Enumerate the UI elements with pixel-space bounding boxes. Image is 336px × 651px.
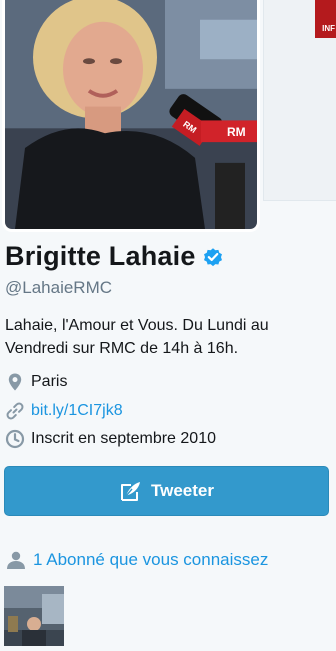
- person-icon: [7, 551, 25, 569]
- profile-handle[interactable]: @LahaieRMC: [5, 278, 112, 298]
- tweet-button-label: Tweeter: [151, 481, 214, 500]
- follower-avatar[interactable]: [4, 586, 64, 646]
- verified-badge-icon: [203, 247, 222, 266]
- location-text: Paris: [31, 373, 68, 390]
- tweet-to-button[interactable]: Tweeter: [4, 466, 329, 516]
- rmc-banner-text: RM: [227, 125, 246, 139]
- profile-location: Paris: [5, 372, 67, 392]
- profile-url: bit.ly/1CI7jk8: [5, 401, 123, 421]
- profile-bio: Lahaie, l'Amour et Vous. Du Lundi au Ven…: [5, 317, 269, 357]
- location-pin-icon: [8, 373, 22, 391]
- header-banner-image: INF: [315, 0, 336, 38]
- compose-feather-icon: [121, 482, 140, 501]
- follower-avatar-image: [4, 586, 64, 646]
- url-link[interactable]: bit.ly/1CI7jk8: [31, 402, 123, 420]
- clock-icon: [5, 429, 25, 449]
- profile-name-row: Brigitte Lahaie: [5, 241, 224, 272]
- profile-joined: Inscrit en septembre 2010: [5, 429, 216, 449]
- followers-you-know-label: 1 Abonné que vous connaissez: [33, 550, 269, 569]
- joined-text: Inscrit en septembre 2010: [31, 430, 216, 447]
- followers-you-know[interactable]: 1 Abonné que vous connaissez: [5, 550, 268, 570]
- header-banner-thumbnail[interactable]: INF: [263, 0, 336, 201]
- profile-photo-image: RM RM: [5, 0, 257, 229]
- profile-photo[interactable]: RM RM: [2, 0, 260, 232]
- header-banner-text: INF: [322, 24, 335, 33]
- link-icon: [6, 402, 24, 420]
- profile-name[interactable]: Brigitte Lahaie: [5, 241, 196, 272]
